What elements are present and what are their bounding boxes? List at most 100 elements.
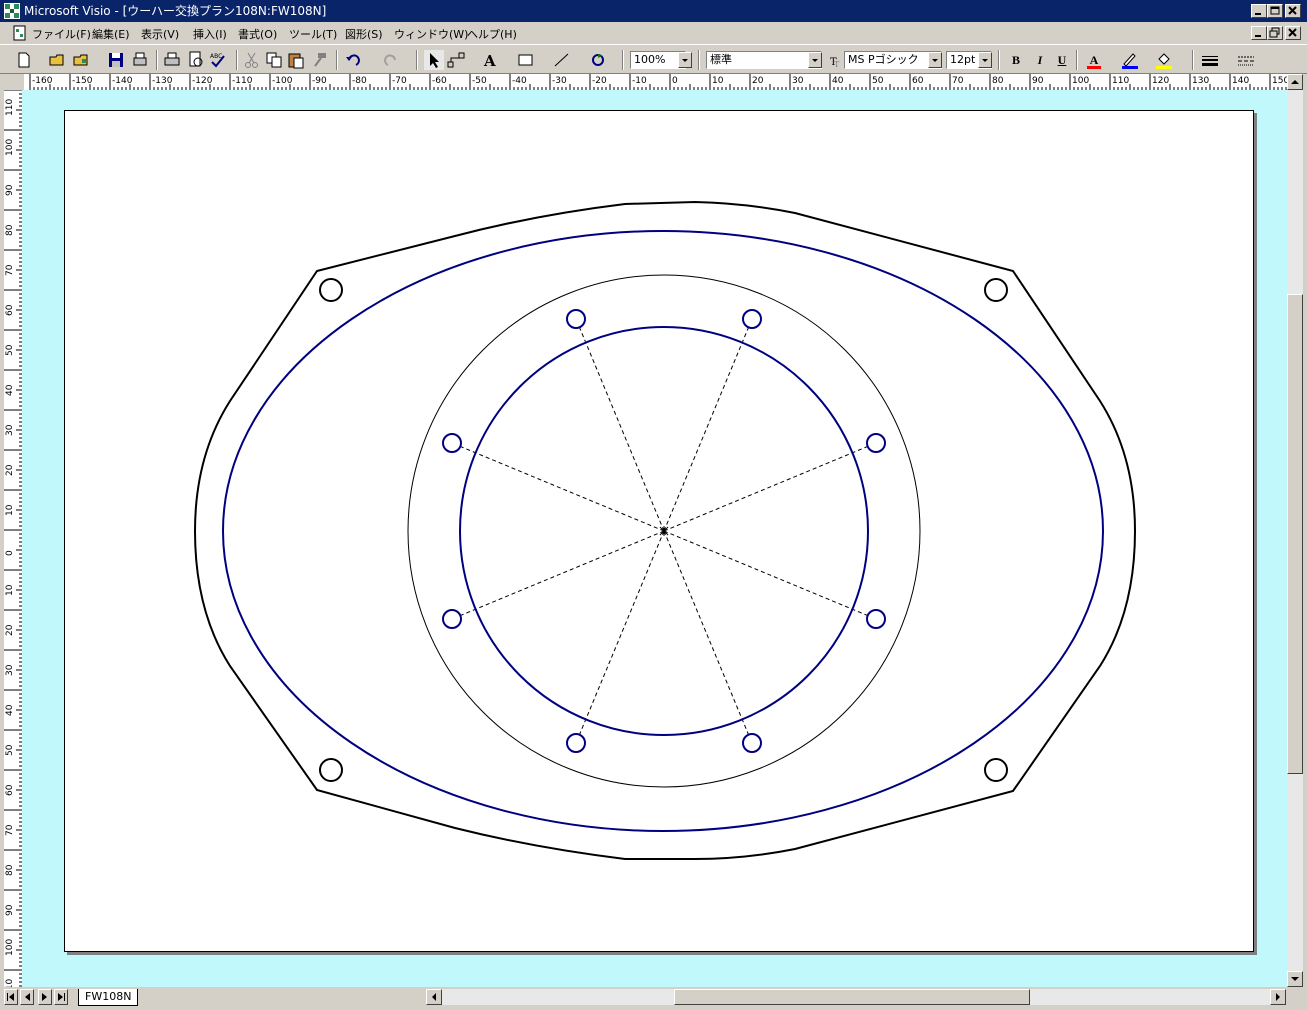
line-tool-icon[interactable] xyxy=(552,50,572,70)
bolt-hole[interactable] xyxy=(866,433,886,453)
first-page-button[interactable] xyxy=(4,989,18,1005)
text-tool-icon[interactable]: A xyxy=(480,50,500,70)
drawing-page[interactable] xyxy=(64,110,1254,952)
scroll-down-button[interactable] xyxy=(1287,971,1303,987)
corner-mounting-hole[interactable] xyxy=(984,278,1008,302)
format-painter-icon[interactable] xyxy=(310,50,330,70)
menu-format[interactable]: 書式(O) xyxy=(238,26,277,42)
close-button[interactable] xyxy=(1285,4,1301,18)
open-stencil-icon[interactable] xyxy=(72,50,92,70)
rectangle-tool-icon[interactable] xyxy=(516,50,536,70)
paste-icon[interactable] xyxy=(286,50,306,70)
menu-file[interactable]: ファイル(F) xyxy=(32,26,91,42)
ruler-label: 110 xyxy=(5,979,15,987)
vertical-scrollbar[interactable] xyxy=(1287,74,1303,987)
visio-app-icon[interactable] xyxy=(4,3,20,19)
text-color-button[interactable]: A xyxy=(1084,51,1104,69)
ruler-label: 50 xyxy=(5,344,15,356)
font-size-dropdown-button[interactable] xyxy=(978,52,992,68)
toolbar-separator xyxy=(1076,50,1078,70)
style-select[interactable]: 標準 xyxy=(706,51,822,69)
cut-icon[interactable] xyxy=(242,50,262,70)
menu-shape[interactable]: 図形(S) xyxy=(345,26,383,42)
scroll-up-button[interactable] xyxy=(1287,74,1303,90)
bolt-hole[interactable] xyxy=(566,309,586,329)
line-pattern-icon[interactable] xyxy=(1236,50,1256,70)
ruler-label: 80 xyxy=(992,76,1004,86)
ruler-corner xyxy=(4,74,24,90)
restore-button[interactable] xyxy=(1267,4,1283,18)
svg-text:A: A xyxy=(483,52,496,70)
title-bar[interactable]: Microsoft Visio - [ウーハー交換プラン108N:FW108N] xyxy=(0,0,1307,22)
menu-help[interactable]: ヘルプ(H) xyxy=(467,26,517,42)
window-title: Microsoft Visio - [ウーハー交換プラン108N:FW108N] xyxy=(24,4,327,18)
print-icon[interactable] xyxy=(162,50,182,70)
doc-minimize-button[interactable] xyxy=(1251,26,1267,40)
rotate-tool-icon[interactable] xyxy=(588,50,608,70)
menu-window[interactable]: ウィンドウ(W) xyxy=(394,26,468,42)
previous-page-button[interactable] xyxy=(20,989,34,1005)
redo-icon[interactable] xyxy=(380,50,400,70)
ruler-label: 30 xyxy=(5,664,15,676)
menu-insert[interactable]: 挿入(I) xyxy=(193,26,227,42)
underline-button[interactable]: U xyxy=(1052,51,1072,69)
arrow-right-icon xyxy=(1276,993,1280,1001)
spelling-check-icon[interactable]: ABC xyxy=(208,50,228,70)
doc-restore-button[interactable] xyxy=(1267,26,1283,40)
toolbar-separator xyxy=(336,50,338,70)
bolt-hole[interactable] xyxy=(442,609,462,629)
bolt-hole[interactable] xyxy=(742,733,762,753)
last-page-button[interactable] xyxy=(54,989,68,1005)
text-color-glyph: A xyxy=(1089,53,1099,67)
bolt-hole[interactable] xyxy=(442,433,462,453)
arrow-left-icon xyxy=(25,993,30,1001)
ruler-label: 90 xyxy=(5,904,15,916)
menu-tools[interactable]: ツール(T) xyxy=(289,26,337,42)
new-document-icon[interactable] xyxy=(14,50,34,70)
corner-mounting-hole[interactable] xyxy=(319,278,343,302)
menu-edit[interactable]: 編集(E) xyxy=(92,26,130,42)
copy-icon[interactable] xyxy=(264,50,284,70)
toolbar-separator xyxy=(1192,50,1194,70)
bolt-hole[interactable] xyxy=(866,609,886,629)
corner-mounting-hole[interactable] xyxy=(319,758,343,782)
corner-mounting-hole[interactable] xyxy=(984,758,1008,782)
line-weight-icon[interactable] xyxy=(1200,50,1220,70)
close-icon xyxy=(1288,6,1297,15)
italic-button[interactable]: I xyxy=(1030,51,1050,69)
line-color-icon[interactable] xyxy=(1120,50,1140,70)
scroll-right-button[interactable] xyxy=(1270,989,1286,1005)
font-dropdown-button[interactable] xyxy=(928,52,942,68)
print-preview-icon[interactable] xyxy=(130,50,150,70)
save-icon[interactable] xyxy=(106,50,126,70)
bolt-hole[interactable] xyxy=(742,309,762,329)
bolt-hole[interactable] xyxy=(566,733,586,753)
minimize-button[interactable] xyxy=(1251,4,1267,18)
next-page-button[interactable] xyxy=(38,989,52,1005)
doc-close-button[interactable] xyxy=(1285,26,1301,40)
open-folder-icon[interactable] xyxy=(48,50,68,70)
vertical-ruler[interactable]: 110 100 90 80 70 60 50 40 30 20 10 0 10 20 30 40 50 60 70 8… xyxy=(4,89,23,996)
drawing-canvas[interactable] xyxy=(22,90,1287,987)
undo-icon[interactable] xyxy=(344,50,364,70)
vertical-scroll-thumb[interactable] xyxy=(1287,294,1303,774)
fill-color-icon[interactable] xyxy=(1154,50,1174,70)
ruler-label: -100 xyxy=(272,76,293,86)
document-icon[interactable] xyxy=(12,25,28,41)
menu-view[interactable]: 表示(V) xyxy=(141,26,179,42)
pointer-tool-icon[interactable] xyxy=(424,50,444,70)
page-tab-fw108n[interactable]: FW108N xyxy=(78,989,139,1006)
horizontal-scroll-thumb[interactable] xyxy=(674,989,1030,1005)
ruler-label: 20 xyxy=(5,624,15,636)
ruler-label: -150 xyxy=(72,76,93,86)
ruler-label: -50 xyxy=(472,76,487,86)
horizontal-ruler[interactable]: -160 -150 -140 -130 -120 -110 -100 -90 -80 -70 -60… xyxy=(24,74,1289,91)
horizontal-scrollbar[interactable] xyxy=(426,989,1286,1005)
ruler-label: 150 xyxy=(1272,76,1287,86)
style-dropdown-button[interactable] xyxy=(808,52,822,68)
scroll-left-button[interactable] xyxy=(426,989,442,1005)
zoom-dropdown-button[interactable] xyxy=(678,52,692,68)
bold-button[interactable]: B xyxy=(1006,51,1026,69)
connector-tool-icon[interactable] xyxy=(446,50,466,70)
preview-magnifier-icon[interactable] xyxy=(186,50,206,70)
